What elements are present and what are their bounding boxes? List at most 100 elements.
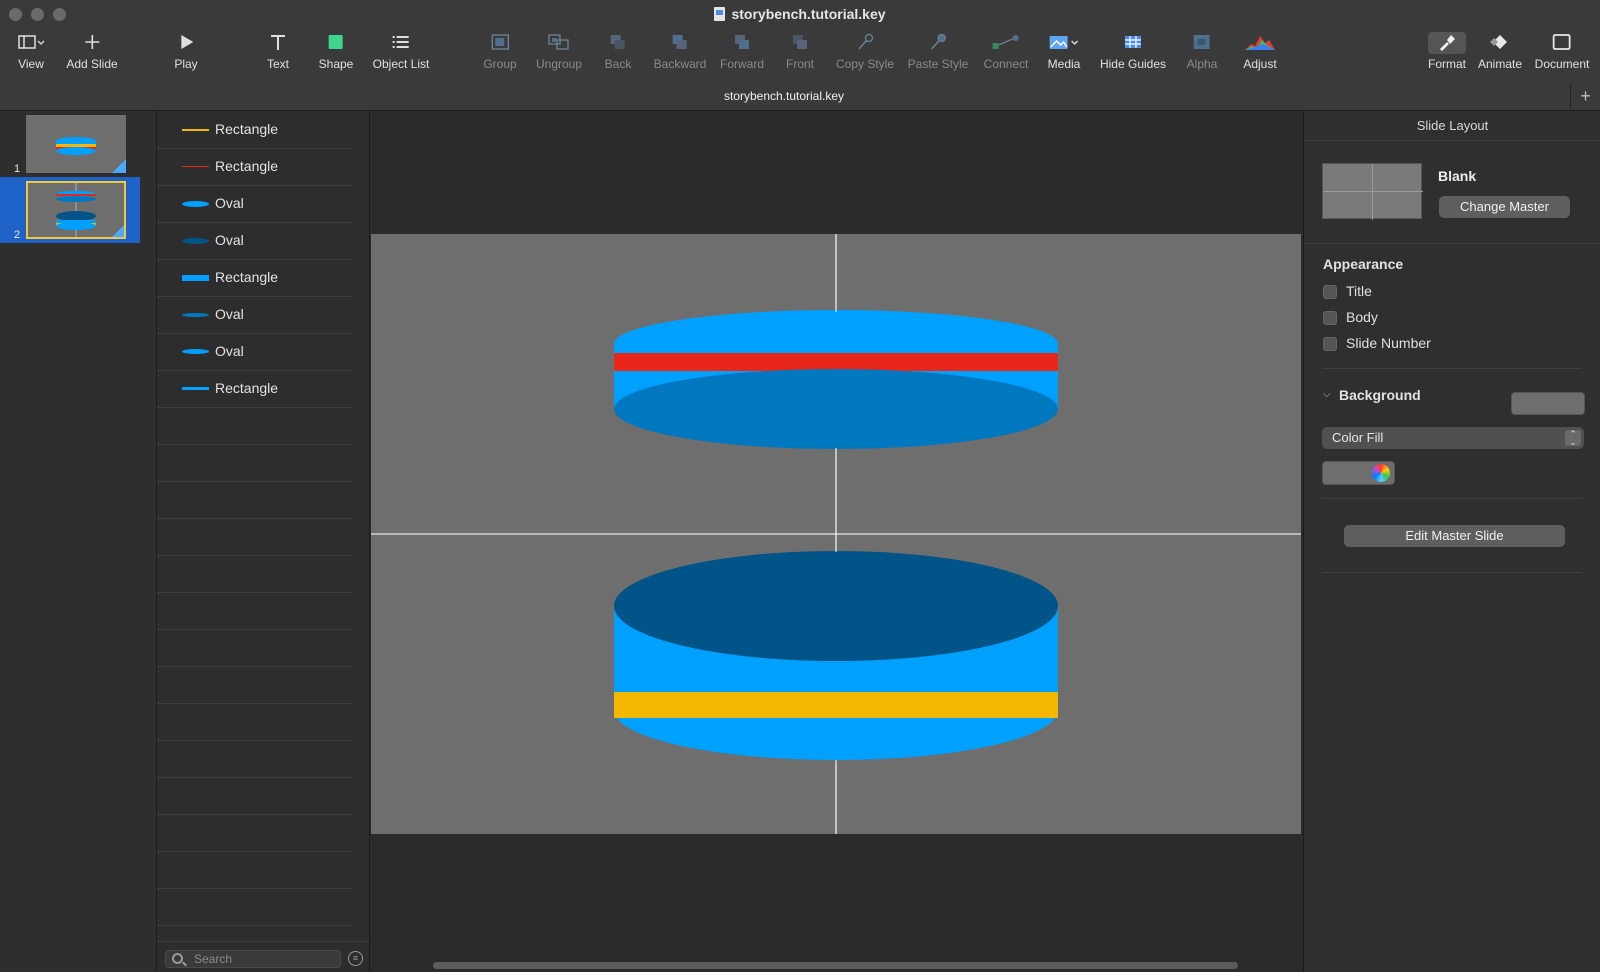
title-bar: storybench.tutorial.key [0,0,1600,28]
forward-button[interactable]: Forward [720,32,764,71]
master-name: Blank [1438,168,1477,184]
alpha-label: Alpha [1186,57,1218,71]
object-list-button[interactable]: Object List [373,32,430,71]
background-disclosure[interactable]: ⌵ Background [1323,387,1483,407]
copy-style-button[interactable]: Copy Style [836,32,894,71]
format-label: Format [1427,57,1467,71]
slide-thumbnail[interactable] [26,181,126,239]
group-button[interactable]: Group [483,32,517,71]
slide-thumbnail-row-selected[interactable]: 2 [0,177,140,243]
format-button[interactable]: Format [1427,32,1467,71]
slide-thumbnail-row[interactable]: 1 [0,111,140,177]
object-list-item[interactable]: Oval [157,333,352,371]
master-thumbnail[interactable] [1322,163,1423,220]
text-button[interactable]: Text [267,32,289,71]
object-label: Oval [215,195,244,211]
object-list-item[interactable]: Oval [157,185,352,223]
back-button[interactable]: Back [605,32,631,71]
rectangle-swatch-icon [182,387,209,390]
paste-style-label: Paste Style [907,57,969,71]
backward-button[interactable]: Backward [653,32,707,71]
ungroup-button[interactable]: Ungroup [536,32,582,71]
filter-icon[interactable]: ≡ [348,951,363,966]
paste-style-button[interactable]: Paste Style [907,32,969,71]
horizontal-scrollbar[interactable] [433,962,1238,969]
adjust-button[interactable]: Adjust [1243,32,1277,71]
oval-swatch-icon [182,313,209,317]
document-button[interactable]: Document [1535,32,1589,71]
slide-thumbnail[interactable] [26,115,126,173]
fill-type-popup[interactable]: Color Fill ⌃ ⌄ [1322,427,1584,449]
oval-swatch-icon [182,238,209,244]
search-input[interactable]: Search [165,950,341,968]
oval-swatch-icon [182,201,209,207]
text-icon [267,32,289,54]
add-slide-button[interactable]: Add Slide [66,32,118,71]
window-title: storybench.tutorial.key [0,6,1600,22]
slide-number-checkbox[interactable] [1323,337,1337,351]
play-button[interactable]: Play [174,32,198,71]
yellow-rectangle-shape[interactable] [614,692,1058,718]
animate-button[interactable]: Animate [1478,32,1522,71]
slide-number: 2 [14,229,21,241]
shape-button[interactable]: Shape [319,32,354,71]
empty-row [157,592,352,630]
group-icon [483,32,516,54]
add-slide-label: Add Slide [66,57,118,71]
animate-diamond-icon [1478,32,1522,54]
forward-label: Forward [719,57,765,71]
body-checkbox[interactable] [1323,311,1337,325]
oval-shape[interactable] [614,551,1058,661]
hide-guides-label: Hide Guides [1099,57,1167,71]
empty-row [157,666,352,704]
document-tab-bar: storybench.tutorial.key + [0,84,1600,111]
fill-type-value: Color Fill [1332,430,1384,445]
object-list-item[interactable]: Rectangle [157,259,352,297]
object-list-item[interactable]: Oval [157,222,352,260]
shape-icon [319,32,354,54]
title-checkbox[interactable] [1323,285,1337,299]
oval-shape[interactable] [614,369,1058,449]
empty-row [157,518,352,556]
front-label: Front [785,57,815,71]
format-brush-icon [1427,32,1466,54]
popup-arrows-icon: ⌃ ⌄ [1565,430,1581,447]
view-button[interactable]: View [17,32,45,71]
object-list-item[interactable]: Oval [157,296,352,334]
backward-icon [654,32,707,54]
object-label: Oval [215,306,244,322]
divider [1322,572,1582,573]
front-button[interactable]: Front [786,32,814,71]
hide-guides-button[interactable]: Hide Guides [1100,32,1166,71]
ungroup-icon [536,32,582,54]
new-tab-button[interactable]: + [1570,84,1600,111]
connect-button[interactable]: Connect [984,32,1028,71]
media-button[interactable]: Media [1048,32,1080,71]
background-title: Background [1339,387,1421,403]
slide[interactable] [371,234,1301,834]
paste-style-icon [908,32,969,54]
object-list-item[interactable]: Rectangle [157,370,352,408]
color-wheel-icon[interactable] [1372,464,1390,482]
empty-row [157,888,352,926]
object-label: Rectangle [215,158,279,174]
edit-master-slide-button[interactable]: Edit Master Slide [1344,525,1565,547]
slide-number: 1 [14,163,21,175]
background-color-well[interactable] [1511,392,1585,415]
object-list-panel: Rectangle Rectangle Oval Oval Rectangle … [157,111,370,972]
rectangle-swatch-icon [182,275,209,281]
slide-canvas[interactable] [370,111,1303,972]
oval-swatch-icon [182,349,209,354]
alpha-button[interactable]: Alpha [1186,32,1218,71]
front-icon [786,32,814,54]
document-tab[interactable]: storybench.tutorial.key [0,89,1568,103]
backward-label: Backward [653,57,707,71]
list-icon [373,32,430,54]
change-master-button[interactable]: Change Master [1439,196,1570,218]
object-list-item[interactable]: Rectangle [157,148,352,186]
object-list-item[interactable]: Rectangle [157,111,352,149]
search-divider [157,941,369,942]
empty-row [157,777,352,815]
object-label: Oval [215,343,244,359]
red-rectangle-shape[interactable] [614,353,1058,371]
